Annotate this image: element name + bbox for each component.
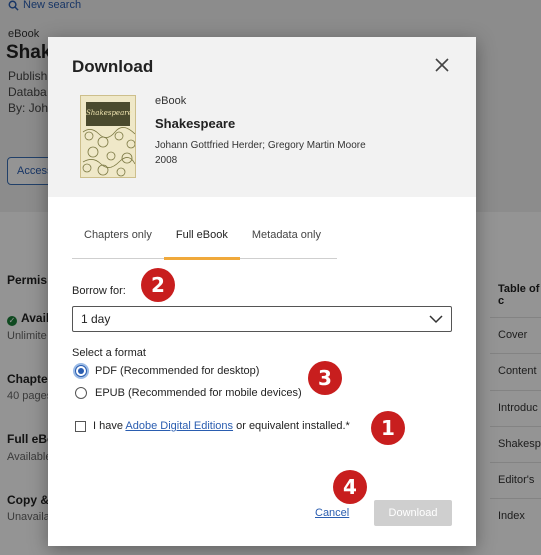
borrow-period-select[interactable]: 1 day: [72, 306, 452, 332]
pdf-radio[interactable]: [75, 365, 87, 377]
book-title: Shakespeare: [155, 116, 236, 131]
dialog-title: Download: [72, 57, 154, 76]
adobe-digital-editions-link[interactable]: Adobe Digital Editions: [125, 420, 233, 432]
format-option-pdf[interactable]: PDF (Recommended for desktop): [75, 365, 259, 377]
annotation-marker: 2: [138, 265, 178, 305]
chevron-down-icon: [429, 315, 443, 324]
agreement-prefix: I have: [93, 420, 126, 432]
epub-label[interactable]: EPUB (Recommended for mobile devices): [95, 387, 302, 399]
close-icon: [435, 58, 449, 72]
tab-full-ebook[interactable]: Full eBook: [163, 221, 240, 260]
borrow-period-value: 1 day: [81, 312, 111, 326]
adobe-agreement: I have Adobe Digital Editions or equival…: [75, 420, 350, 432]
borrow-label: Borrow for:: [72, 285, 126, 297]
tab-metadata-only[interactable]: Metadata only: [240, 221, 333, 259]
book-authors: Johann Gottfried Herder; Gregory Martin …: [155, 140, 366, 151]
download-button[interactable]: Download: [374, 500, 452, 526]
cancel-button[interactable]: Cancel: [315, 507, 349, 519]
tab-chapters-only[interactable]: Chapters only: [72, 221, 164, 259]
close-button[interactable]: [432, 55, 452, 75]
download-dialog: Download Shakespeare eBook Shakespeare J…: [48, 37, 476, 546]
book-cover-image: Shakespeare: [80, 95, 136, 178]
annotation-marker: 4: [330, 467, 370, 507]
pdf-label[interactable]: PDF (Recommended for desktop): [95, 365, 259, 377]
download-tabs: Chapters only Full eBook Metadata only: [72, 221, 337, 260]
adobe-agreement-checkbox[interactable]: [75, 420, 86, 432]
book-year: 2008: [155, 155, 178, 166]
adobe-agreement-text: I have Adobe Digital Editions or equival…: [93, 420, 350, 432]
annotation-marker: 3: [305, 358, 345, 398]
annotation-marker: 1: [368, 408, 408, 448]
cover-title: Shakespeare: [86, 102, 132, 126]
format-label: Select a format: [72, 347, 146, 359]
format-option-epub[interactable]: EPUB (Recommended for mobile devices): [75, 387, 302, 399]
agreement-suffix: or equivalent installed.*: [233, 420, 350, 432]
epub-radio[interactable]: [75, 387, 87, 399]
book-type: eBook: [155, 95, 187, 107]
